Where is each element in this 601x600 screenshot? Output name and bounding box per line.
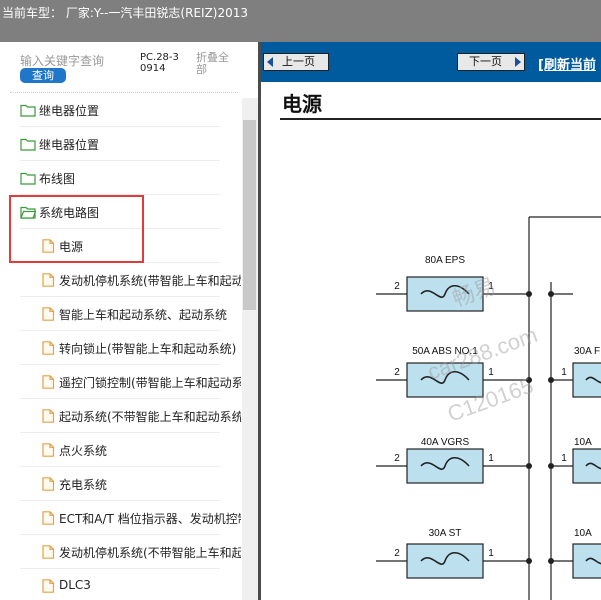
document-icon bbox=[40, 442, 56, 457]
tree-item-label: 点火系统 bbox=[59, 444, 108, 458]
tree-item-label: ECT和A/T 档位指示器、发动机控制 bbox=[59, 512, 241, 526]
tree-item[interactable]: 布线图 bbox=[0, 161, 242, 195]
collapse-all-button[interactable]: 折叠全部 bbox=[196, 52, 236, 76]
junction-dot bbox=[548, 291, 554, 297]
tree-item[interactable]: DLC3 bbox=[0, 569, 242, 600]
tree-item-label: 充电系统 bbox=[59, 478, 108, 492]
junction-dot bbox=[548, 558, 554, 564]
fuse-label: 30A F bbox=[574, 346, 600, 357]
pin-number: 2 bbox=[394, 548, 400, 559]
fuse-label: 10A bbox=[574, 528, 592, 539]
junction-dot bbox=[548, 377, 554, 383]
junction-dot bbox=[526, 463, 532, 469]
wiring-diagram: 80A EPS2 150A ABS NO.12 140A VGRS2 130A ST2… bbox=[376, 216, 601, 600]
folder-icon bbox=[20, 136, 36, 151]
tree-item[interactable]: ECT和A/T 档位指示器、发动机控制 bbox=[0, 501, 242, 535]
tree-item-label: DLC3 bbox=[59, 578, 91, 592]
folder-icon bbox=[20, 170, 36, 185]
tree-item[interactable]: 起动系统(不带智能上车和起动系统) bbox=[0, 399, 242, 433]
pin-number: 2 bbox=[394, 281, 400, 292]
document-icon bbox=[40, 306, 56, 321]
search-button[interactable]: 查询 bbox=[20, 68, 66, 83]
fuse-label: 10A bbox=[574, 437, 592, 448]
current-vehicle-label: 当前车型： 厂家:Y--一汽丰田锐志(REIZ)2013 bbox=[2, 6, 249, 20]
document-icon bbox=[40, 340, 56, 355]
pin-number: 1 bbox=[561, 367, 567, 378]
junction-dot bbox=[526, 558, 532, 564]
tree-item[interactable]: 继电器位置 bbox=[0, 93, 242, 127]
tree-item-label: 起动系统(不带智能上车和起动系统) bbox=[59, 410, 241, 424]
junction-dot bbox=[526, 291, 532, 297]
navigation-panel: 查询 PC.28-30914 折叠全部 继电器位置继电器位置布线图系统电路图电源… bbox=[0, 42, 258, 600]
search-input[interactable] bbox=[20, 53, 108, 69]
pin-number: 1 bbox=[488, 453, 494, 464]
document-icon bbox=[40, 408, 56, 423]
fuse-label: 30A ST bbox=[429, 528, 462, 539]
tree-item[interactable]: 继电器位置 bbox=[0, 127, 242, 161]
pin-number: 1 bbox=[488, 367, 494, 378]
tree-item[interactable]: 点火系统 bbox=[0, 433, 242, 467]
tree-item[interactable]: 转向锁止(带智能上车和起动系统) bbox=[0, 331, 242, 365]
tree-item-label: 智能上车和起动系统、起动系统 bbox=[59, 308, 228, 322]
tree-item[interactable]: 发动机停机系统(带智能上车和起动系统) bbox=[0, 263, 242, 297]
document-icon bbox=[40, 578, 56, 593]
tree-item-label: 转向锁止(带智能上车和起动系统) bbox=[59, 342, 237, 356]
tree-item-label: 发动机停机系统(不带智能上车和起动系统) bbox=[59, 546, 241, 560]
junction-dot bbox=[548, 463, 554, 469]
document-icon bbox=[40, 374, 56, 389]
fuse-label: 40A VGRS bbox=[421, 437, 470, 448]
selection-highlight-box bbox=[9, 195, 144, 263]
tree-item-label: 发动机停机系统(带智能上车和起动系统) bbox=[59, 274, 241, 288]
tree-item[interactable]: 智能上车和起动系统、起动系统 bbox=[0, 297, 242, 331]
folder-icon bbox=[20, 102, 36, 117]
pin-number: 2 bbox=[394, 367, 400, 378]
tree-item-label: 继电器位置 bbox=[39, 138, 100, 152]
scrollbar-thumb[interactable] bbox=[243, 120, 256, 310]
pin-number: 1 bbox=[561, 453, 567, 464]
tree-item-label: 布线图 bbox=[39, 172, 76, 186]
document-icon bbox=[40, 272, 56, 287]
tree-item[interactable]: 遥控门锁控制(带智能上车和起动系统) bbox=[0, 365, 242, 399]
document-code: PC.28-30914 bbox=[140, 52, 179, 74]
tree-item-label: 遥控门锁控制(带智能上车和起动系统) bbox=[59, 376, 241, 390]
tree-scrollbar[interactable] bbox=[242, 98, 258, 600]
pin-number: 2 bbox=[394, 453, 400, 464]
document-icon bbox=[40, 544, 56, 559]
tree-item-label: 继电器位置 bbox=[39, 104, 100, 118]
document-icon bbox=[40, 510, 56, 525]
tree-item[interactable]: 充电系统 bbox=[0, 467, 242, 501]
document-icon bbox=[40, 476, 56, 491]
tree-item[interactable]: 发动机停机系统(不带智能上车和起动系统) bbox=[0, 535, 242, 569]
pin-number: 1 bbox=[488, 548, 494, 559]
document-viewer: 上一页 下一页 [刷新当前 电源 80A EPS 2 1 50A ABS NO.1 2 1… bbox=[261, 42, 601, 600]
fuse-label: 80A EPS bbox=[425, 255, 465, 266]
title-bar: 当前车型： 厂家:Y--一汽丰田锐志(REIZ)2013 bbox=[0, 0, 601, 42]
